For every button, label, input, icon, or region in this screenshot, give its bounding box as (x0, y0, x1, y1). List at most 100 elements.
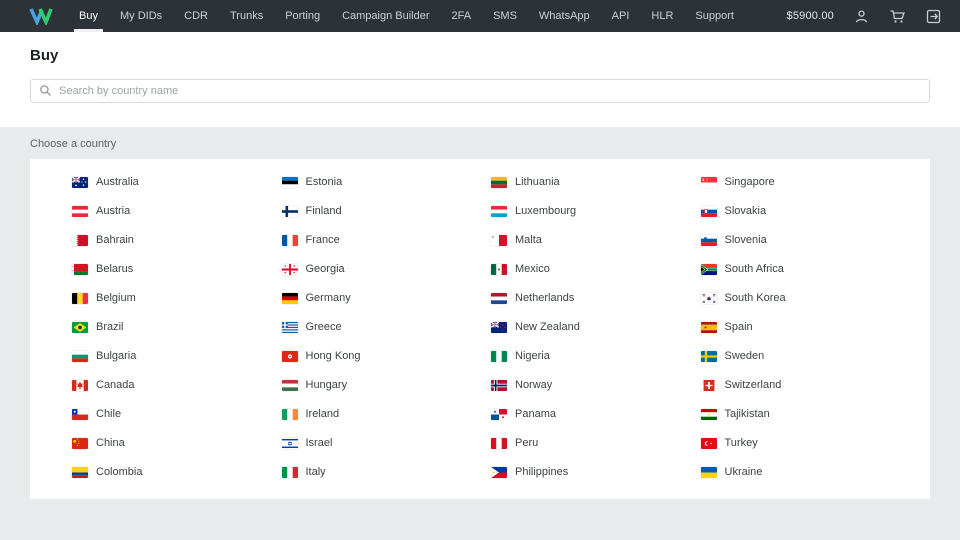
nav-item-campaign-builder[interactable]: Campaign Builder (331, 0, 440, 32)
country-item-estonia[interactable]: Estonia (281, 168, 492, 197)
nav-item-api[interactable]: API (601, 0, 641, 32)
country-item-france[interactable]: France (281, 226, 492, 255)
country-label: Peru (515, 437, 539, 449)
country-item-hungary[interactable]: Hungary (281, 371, 492, 400)
country-item-south-africa[interactable]: South Africa (700, 255, 911, 284)
philippines-flag-icon (491, 467, 507, 478)
nav-item-hlr[interactable]: HLR (640, 0, 684, 32)
country-card: Australia Austria Bahrain Belarus Belgiu… (30, 159, 930, 499)
country-item-lithuania[interactable]: Lithuania (491, 168, 701, 197)
country-item-chile[interactable]: Chile (72, 400, 282, 429)
country-label: Nigeria (515, 350, 550, 362)
nav-item-support[interactable]: Support (684, 0, 745, 32)
country-item-south-korea[interactable]: South Korea (700, 284, 911, 313)
country-label: Hungary (305, 379, 348, 391)
country-item-belgium[interactable]: Belgium (72, 284, 282, 313)
country-label: Ireland (305, 408, 340, 420)
country-item-italy[interactable]: Italy (281, 458, 492, 487)
ireland-flag-icon (281, 409, 298, 420)
country-item-germany[interactable]: Germany (281, 284, 492, 313)
country-label: Switzerland (724, 379, 782, 391)
country-item-bahrain[interactable]: Bahrain (72, 226, 282, 255)
brand-logo[interactable] (28, 7, 54, 25)
nav-item-cdr[interactable]: CDR (173, 0, 219, 32)
country-item-mexico[interactable]: Mexico (491, 255, 701, 284)
italy-flag-icon (281, 467, 298, 478)
country-item-slovakia[interactable]: Slovakia (700, 197, 911, 226)
cart-icon[interactable] (889, 8, 906, 25)
country-label: Belgium (96, 292, 136, 304)
account-icon[interactable] (853, 8, 870, 25)
country-label: Netherlands (515, 292, 575, 304)
country-label: China (96, 437, 125, 449)
country-item-greece[interactable]: Greece (281, 313, 492, 342)
country-label: Brazil (96, 321, 124, 333)
logout-icon[interactable] (925, 8, 942, 25)
country-item-china[interactable]: China (72, 429, 282, 458)
country-item-tajikistan[interactable]: Tajikistan (700, 400, 911, 429)
country-item-hong-kong[interactable]: Hong Kong (281, 342, 492, 371)
country-item-panama[interactable]: Panama (491, 400, 701, 429)
country-item-australia[interactable]: Australia (72, 168, 282, 197)
sweden-flag-icon (700, 351, 717, 362)
country-item-belarus[interactable]: Belarus (72, 255, 282, 284)
nav-item-2fa[interactable]: 2FA (441, 0, 483, 32)
country-item-ukraine[interactable]: Ukraine (700, 458, 911, 487)
bulgaria-flag-icon (72, 351, 88, 362)
country-item-colombia[interactable]: Colombia (72, 458, 282, 487)
country-label: Lithuania (515, 176, 560, 188)
country-item-canada[interactable]: Canada (72, 371, 282, 400)
nav-item-buy[interactable]: Buy (68, 0, 109, 32)
country-item-finland[interactable]: Finland (281, 197, 492, 226)
country-label: Norway (515, 379, 553, 391)
country-item-luxembourg[interactable]: Luxembourg (491, 197, 701, 226)
country-item-brazil[interactable]: Brazil (72, 313, 282, 342)
country-label: Belarus (96, 263, 134, 275)
country-item-new-zealand[interactable]: New Zealand (491, 313, 701, 342)
country-item-sweden[interactable]: Sweden (700, 342, 911, 371)
country-item-philippines[interactable]: Philippines (491, 458, 701, 487)
country-label: Estonia (305, 176, 343, 188)
nav-item-whatsapp[interactable]: WhatsApp (528, 0, 601, 32)
country-item-slovenia[interactable]: Slovenia (700, 226, 911, 255)
china-flag-icon (72, 438, 88, 449)
country-item-israel[interactable]: Israel (281, 429, 492, 458)
country-item-nigeria[interactable]: Nigeria (491, 342, 701, 371)
bahrain-flag-icon (72, 235, 88, 246)
turkey-flag-icon (700, 438, 717, 449)
country-item-turkey[interactable]: Turkey (700, 429, 911, 458)
country-label: Germany (305, 292, 351, 304)
south-korea-flag-icon (700, 293, 717, 304)
country-label: France (305, 234, 340, 246)
nav-item-my-dids[interactable]: My DIDs (109, 0, 173, 32)
panama-flag-icon (491, 409, 507, 420)
country-label: New Zealand (515, 321, 580, 333)
country-item-bulgaria[interactable]: Bulgaria (72, 342, 282, 371)
country-label: Malta (515, 234, 542, 246)
country-label: Slovakia (724, 205, 767, 217)
search-bar (30, 79, 930, 103)
country-label: Australia (96, 176, 139, 188)
nav-item-porting[interactable]: Porting (274, 0, 331, 32)
country-label: Chile (96, 408, 122, 420)
luxembourg-flag-icon (491, 206, 507, 217)
country-item-netherlands[interactable]: Netherlands (491, 284, 701, 313)
netherlands-flag-icon (491, 293, 507, 304)
country-item-austria[interactable]: Austria (72, 197, 282, 226)
country-label: Turkey (724, 437, 758, 449)
country-item-ireland[interactable]: Ireland (281, 400, 492, 429)
country-label: Austria (96, 205, 131, 217)
germany-flag-icon (281, 293, 298, 304)
country-item-georgia[interactable]: Georgia (281, 255, 492, 284)
search-input[interactable] (30, 79, 930, 103)
lithuania-flag-icon (491, 177, 507, 188)
country-item-peru[interactable]: Peru (491, 429, 701, 458)
country-item-singapore[interactable]: Singapore (700, 168, 911, 197)
nav-item-trunks[interactable]: Trunks (219, 0, 274, 32)
nav-item-sms[interactable]: SMS (482, 0, 528, 32)
country-item-norway[interactable]: Norway (491, 371, 701, 400)
country-item-switzerland[interactable]: Switzerland (700, 371, 911, 400)
main-menu: Buy My DIDs CDR Trunks Porting Campaign Build… (68, 0, 745, 32)
country-item-malta[interactable]: Malta (491, 226, 701, 255)
country-item-spain[interactable]: Spain (700, 313, 911, 342)
